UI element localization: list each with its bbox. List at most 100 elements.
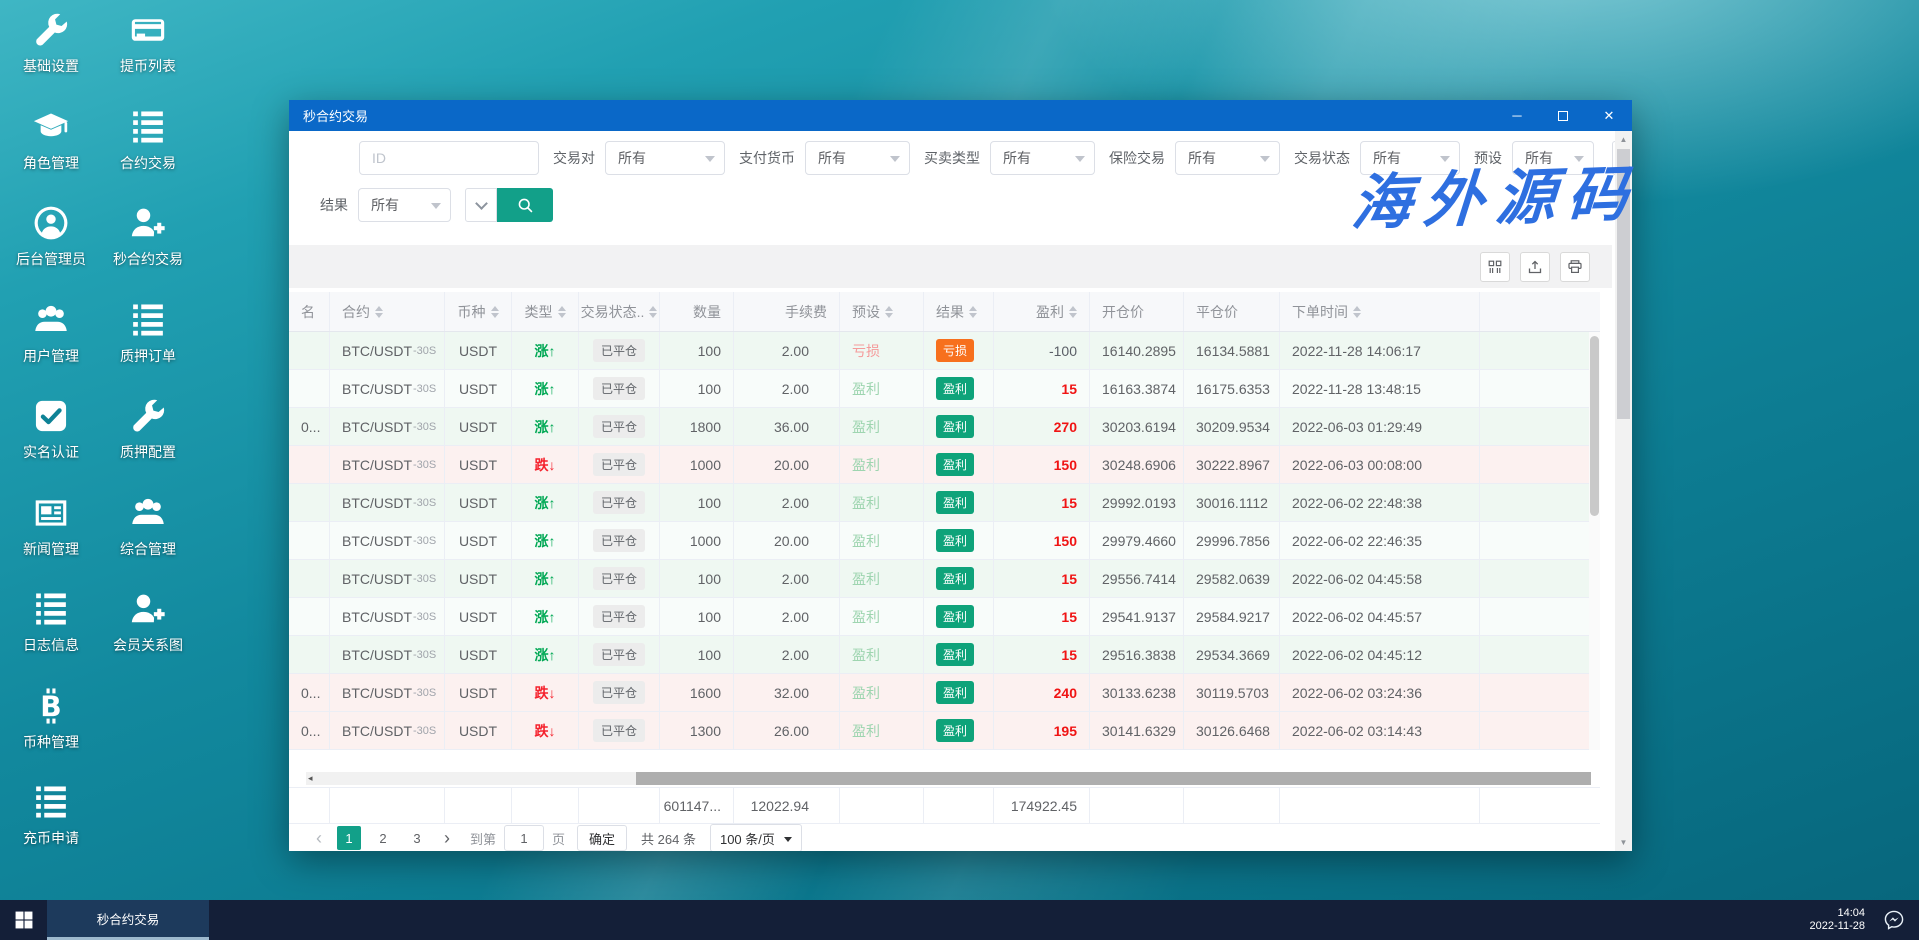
table-cell: 100 [659,598,733,635]
sort-icon[interactable] [969,302,977,322]
table-cell: 盈利 [839,560,923,597]
filter-select[interactable]: 所有 [1360,141,1460,175]
result-badge: 盈利 [936,377,975,400]
column-header[interactable]: 合约 [329,292,444,331]
prev-page-button[interactable]: ‹ [316,828,322,849]
column-header[interactable]: 名 [289,292,329,331]
column-header[interactable]: 下单时间 [1279,292,1479,331]
table-row[interactable]: BTC/USDT -30S USDT 涨↑ 已平仓 100 2.00 亏损 亏损 -100 1614… [289,332,1600,370]
column-header[interactable]: 数量 [659,292,733,331]
export-button[interactable] [1520,251,1550,282]
table-row[interactable]: BTC/USDT -30S USDT 涨↑ 已平仓 100 2.00 盈利 盈利 15 29556.… [289,560,1600,598]
sort-icon[interactable] [885,302,893,322]
table-row[interactable]: BTC/USDT -30S USDT 涨↑ 已平仓 100 2.00 盈利 盈利 15 29992.… [289,484,1600,522]
sort-icon[interactable] [1353,302,1361,322]
table-cell: BTC/USDT -30S [329,484,444,521]
table-row[interactable]: 0... BTC/USDT -30S USDT 涨↑ 已平仓 1800 36.00 盈利 盈利 27… [289,408,1600,446]
desktop-shortcut-users[interactable]: 综合管理 [105,495,191,559]
desktop-shortcut-user-add[interactable]: 秒合约交易 [105,205,191,269]
table-summary-row: 601147... 12022.94 174922.45 [289,787,1600,824]
summary-fee: 12022.94 [750,797,809,814]
next-page-button[interactable]: › [444,828,450,849]
scroll-left-arrow-icon[interactable]: ◂ [308,772,313,785]
goto-page-input[interactable] [504,825,545,851]
desktop-shortcut-users[interactable]: 用户管理 [8,302,94,366]
page-button[interactable]: 1 [337,826,361,850]
column-header[interactable]: 预设 [839,292,923,331]
id-search-input[interactable] [359,141,539,175]
page-button[interactable]: 2 [371,826,395,850]
scroll-up-arrow-icon[interactable]: ▲ [1615,135,1632,144]
summary-profit: 174922.45 [1010,797,1077,814]
minimize-button[interactable]: ─ [1494,100,1540,131]
search-button[interactable] [497,188,553,222]
table-row[interactable]: BTC/USDT -30S USDT 涨↑ 已平仓 100 2.00 盈利 盈利 15 29516.… [289,636,1600,674]
open-price-cell: 29541.9137 [1102,608,1176,625]
scrollbar-thumb[interactable] [636,772,1591,785]
table-row[interactable]: BTC/USDT -30S USDT 涨↑ 已平仓 1000 20.00 盈利 盈利 150 299… [289,522,1600,560]
close-button[interactable]: ✕ [1586,100,1632,131]
column-header[interactable]: 开仓价 [1089,292,1183,331]
desktop-shortcut-list[interactable]: 质押订单 [105,302,191,366]
sort-icon[interactable] [490,302,499,322]
horizontal-scrollbar[interactable]: ◂ [306,772,1591,785]
sort-icon[interactable] [557,302,566,322]
column-filter-button[interactable] [1480,251,1510,282]
table-row[interactable]: BTC/USDT -30S USDT 涨↑ 已平仓 100 2.00 盈利 盈利 15 16163.… [289,370,1600,408]
sort-icon[interactable] [649,302,658,322]
column-header[interactable]: 交易状态.. [578,292,659,331]
column-header[interactable]: 手续费 [733,292,839,331]
desktop-shortcut-card[interactable]: 提币列表 [105,12,191,76]
table-row[interactable]: 0... BTC/USDT -30S USDT 跌↓ 已平仓 1600 32.00 盈利 盈利 24… [289,674,1600,712]
table-cell: 150 [993,446,1089,483]
table-row[interactable]: BTC/USDT -30S USDT 涨↑ 已平仓 100 2.00 盈利 盈利 15 29541.… [289,598,1600,636]
filter-select[interactable]: 所有 [1175,141,1280,175]
quantity-cell: 1000 [689,532,721,549]
collapse-filters-button[interactable] [465,188,497,222]
desktop-shortcut-check[interactable]: 实名认证 [8,398,94,462]
column-header[interactable]: 结果 [923,292,993,331]
filter-select[interactable]: 所有 [805,141,910,175]
chat-icon[interactable] [1883,909,1905,931]
desktop-shortcut-list[interactable]: 合约交易 [105,109,191,173]
table-row[interactable]: BTC/USDT -30S USDT 跌↓ 已平仓 1000 20.00 盈利 盈利 150 302… [289,446,1600,484]
table-cell [289,560,329,597]
desktop-shortcut-cap[interactable]: 角色管理 [8,109,94,173]
scrollbar-thumb[interactable] [1590,336,1599,516]
sort-icon[interactable] [1069,302,1077,322]
column-header[interactable]: 币种 [444,292,511,331]
confirm-button[interactable]: 确定 [577,825,628,851]
desktop-shortcut-bitcoin[interactable]: 币种管理 [8,688,94,752]
print-button[interactable] [1560,251,1590,282]
filter-select-result[interactable]: 所有 [358,188,451,222]
filter-select[interactable]: 所有 [1512,141,1594,175]
filter-select[interactable]: 所有 [990,141,1095,175]
desktop-shortcut-wrench[interactable]: 质押配置 [105,398,191,462]
quantity-cell: 100 [697,380,721,397]
taskbar-clock[interactable]: 14:04 2022-11-28 [1810,907,1865,933]
desktop-shortcut-user-add[interactable]: 会员关系图 [105,591,191,655]
scrollbar-thumb[interactable] [1617,149,1630,419]
column-header[interactable]: 平仓价 [1183,292,1279,331]
desktop-shortcut-user-circle[interactable]: 后台管理员 [8,205,94,269]
maximize-button[interactable] [1540,100,1586,131]
desktop-shortcut-list[interactable]: 日志信息 [8,591,94,655]
desktop-shortcut-news[interactable]: 新闻管理 [8,495,94,559]
taskbar-item-app[interactable]: 秒合约交易 [47,900,209,940]
table-vertical-scrollbar[interactable] [1589,332,1600,750]
open-price-cell: 29556.7414 [1102,570,1176,587]
window-scrollbar[interactable]: ▲ ▼ [1615,131,1632,851]
column-header[interactable]: 类型 [511,292,578,331]
start-button[interactable] [0,900,47,940]
desktop-shortcut-list[interactable]: 充币申请 [8,784,94,848]
column-header[interactable]: 盈利 [993,292,1089,331]
table-row[interactable]: 0... BTC/USDT -30S USDT 跌↓ 已平仓 1300 26.00 盈利 盈利 19… [289,712,1600,750]
page-size-select[interactable]: 100 条/页 [709,824,802,851]
desktop-shortcut-wrench[interactable]: 基础设置 [8,12,94,76]
window-titlebar[interactable]: 秒合约交易 ─ ✕ [289,100,1632,131]
filter-select[interactable]: 所有 [605,141,725,175]
scroll-down-arrow-icon[interactable]: ▼ [1615,838,1632,847]
sort-icon[interactable] [375,302,383,322]
page-button[interactable]: 3 [405,826,429,850]
table-cell: 2.00 [733,598,839,635]
